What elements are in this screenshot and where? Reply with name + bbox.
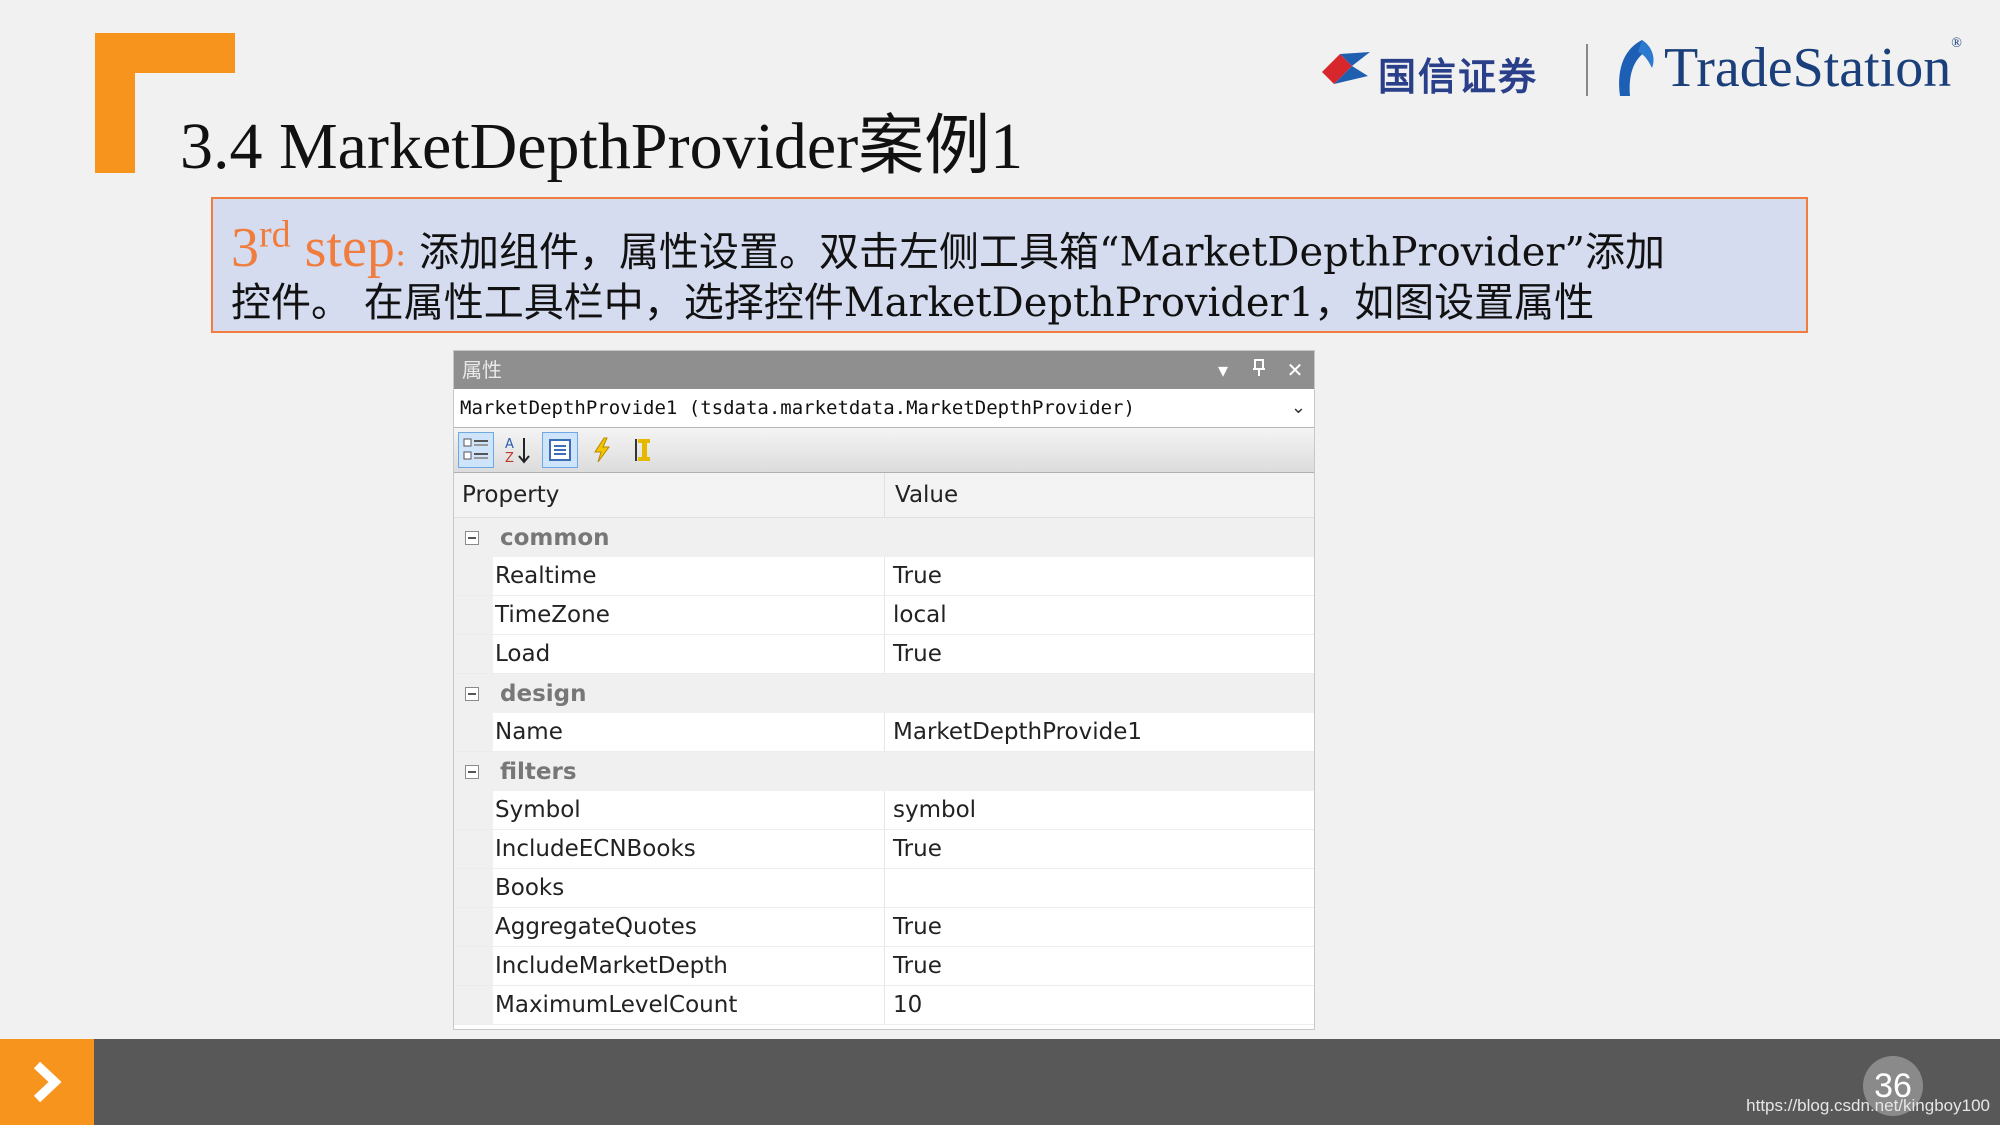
chevron-right-icon	[33, 1061, 62, 1103]
property-row-name[interactable]: Name MarketDepthProvide1	[454, 713, 1314, 752]
categorized-icon[interactable]	[458, 432, 494, 468]
guosen-mark-icon	[1318, 46, 1374, 90]
property-value[interactable]: True	[885, 635, 1314, 673]
property-value[interactable]: symbol	[885, 791, 1314, 829]
step-label: 3rd step	[231, 213, 395, 279]
events-icon[interactable]	[584, 432, 620, 468]
tradestation-text: TradeStation®	[1664, 36, 1962, 99]
guosen-text: 国信证券	[1378, 55, 1539, 99]
properties-window: 属性 ▾ ✕ MarketDepthProvide1 (tsdata.marke…	[453, 350, 1315, 1030]
category-design[interactable]: design	[454, 674, 1314, 713]
property-value[interactable]: True	[885, 947, 1314, 985]
guosen-logo: 国信证券	[1318, 40, 1568, 100]
object-selector-dropdown[interactable]: MarketDepthProvide1 (tsdata.marketdata.M…	[454, 389, 1314, 428]
property-row-realtime[interactable]: Realtime True	[454, 557, 1314, 596]
step-text-line1: 添加组件，属性设置。双击左侧工具箱“MarketDepthProvider”添加	[419, 229, 1665, 276]
property-value[interactable]: True	[885, 830, 1314, 868]
step-text-line2: 控件。 在属性工具栏中，选择控件MarketDepthProvider1，如图设…	[231, 279, 1595, 326]
next-arrow-button[interactable]	[0, 1039, 94, 1125]
watermark-url: https://blog.csdn.net/kingboy100	[1746, 1096, 1990, 1115]
property-row-includeecnbooks[interactable]: IncludeECNBooks True	[454, 830, 1314, 869]
property-value[interactable]: True	[885, 908, 1314, 946]
property-value[interactable]: local	[885, 596, 1314, 634]
property-value[interactable]: True	[885, 557, 1314, 595]
property-row-aggregatequotes[interactable]: AggregateQuotes True	[454, 908, 1314, 947]
object-selector-value: MarketDepthProvide1 (tsdata.marketdata.M…	[460, 397, 1135, 419]
property-name: Name	[493, 713, 885, 751]
properties-window-titlebar: 属性 ▾ ✕	[454, 351, 1314, 389]
svg-text:A: A	[505, 437, 514, 452]
pin-icon[interactable]	[1248, 351, 1270, 389]
property-row-timezone[interactable]: TimeZone local	[454, 596, 1314, 635]
property-row-maximumlevelcount[interactable]: MaximumLevelCount 10	[454, 986, 1314, 1025]
property-name: Symbol	[493, 791, 885, 829]
properties-window-title: 属性	[462, 358, 502, 382]
collapse-icon[interactable]	[465, 686, 479, 701]
property-name: AggregateQuotes	[493, 908, 885, 946]
category-filters[interactable]: filters	[454, 752, 1314, 791]
step-description-box: 3rd step: 添加组件，属性设置。双击左侧工具箱“MarketDepthP…	[211, 197, 1808, 333]
properties-toolbar: AZ	[454, 428, 1314, 473]
close-icon[interactable]: ✕	[1284, 351, 1306, 389]
slide-title: 3.4 MarketDepthProvider案例1	[180, 110, 1024, 183]
property-name: MaximumLevelCount	[493, 986, 885, 1024]
property-grid-header: Property Value	[454, 473, 1314, 518]
property-name: Books	[493, 869, 885, 907]
column-header-property: Property	[454, 473, 885, 517]
category-common[interactable]: common	[454, 518, 1314, 557]
property-row-load[interactable]: Load True	[454, 635, 1314, 674]
property-row-includemarketdepth[interactable]: IncludeMarketDepth True	[454, 947, 1314, 986]
tradestation-mark-icon	[1612, 38, 1658, 98]
property-name: IncludeMarketDepth	[493, 947, 885, 985]
property-name: Realtime	[493, 557, 885, 595]
property-pages-icon[interactable]	[626, 432, 662, 468]
property-row-symbol[interactable]: Symbol symbol	[454, 791, 1314, 830]
property-name: Load	[493, 635, 885, 673]
property-name: TimeZone	[493, 596, 885, 634]
dropdown-arrow-icon[interactable]: ▾	[1212, 351, 1234, 389]
chevron-down-icon[interactable]: ⌄	[1291, 389, 1306, 427]
alphabetical-icon[interactable]: AZ	[500, 432, 536, 468]
property-value[interactable]: MarketDepthProvide1	[885, 713, 1314, 751]
property-name: IncludeECNBooks	[493, 830, 885, 868]
collapse-icon[interactable]	[465, 530, 479, 545]
logo-divider	[1586, 44, 1588, 96]
properties-icon[interactable]	[542, 432, 578, 468]
property-value[interactable]	[885, 869, 1314, 907]
footer-bar	[0, 1039, 2000, 1125]
property-row-books[interactable]: Books	[454, 869, 1314, 908]
property-value[interactable]: 10	[885, 986, 1314, 1024]
collapse-icon[interactable]	[465, 764, 479, 779]
column-header-value: Value	[895, 482, 959, 508]
svg-text:Z: Z	[505, 451, 514, 465]
